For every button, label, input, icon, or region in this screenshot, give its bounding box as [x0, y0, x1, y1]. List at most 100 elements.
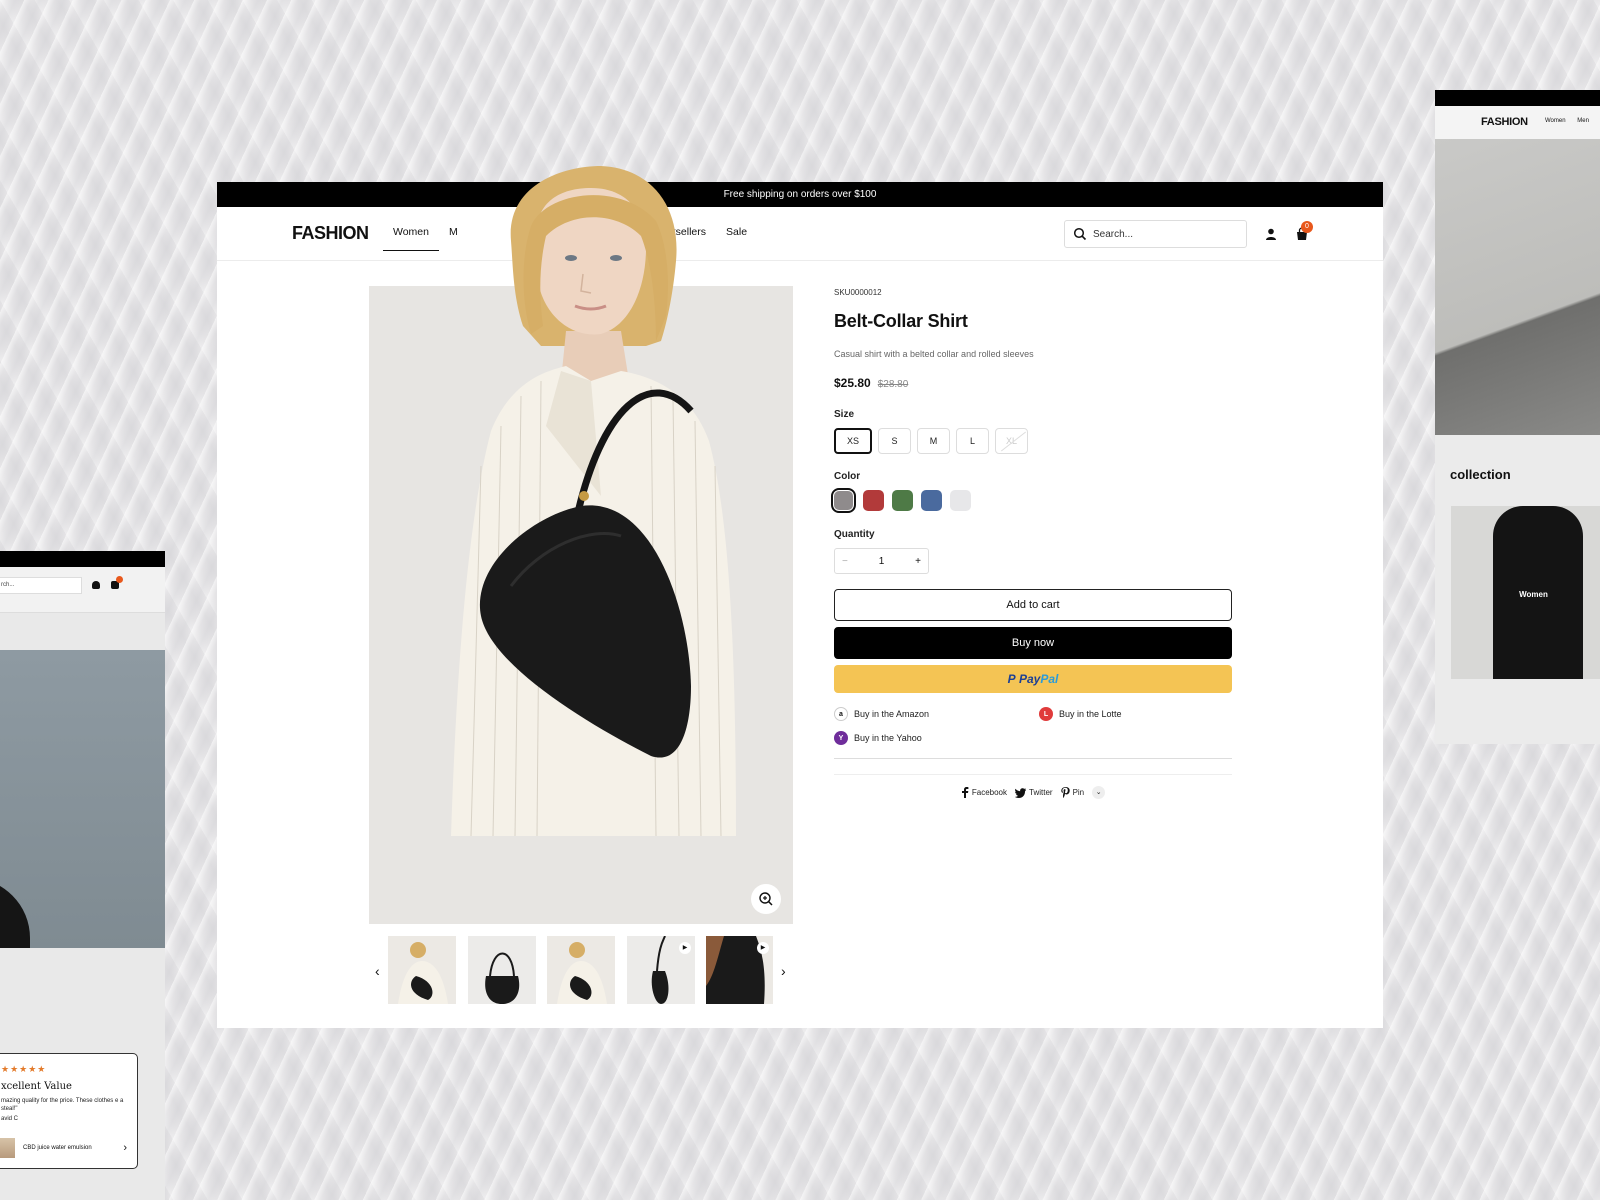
color-swatch-blue[interactable] — [921, 490, 942, 511]
paypal-logo-p: P — [1007, 672, 1016, 686]
review-stars: ★★★★★ — [1, 1064, 47, 1074]
product-page-window: Free shipping on orders over $100 FASHIO… — [217, 166, 1383, 1028]
product-sku: SKU0000012 — [834, 288, 882, 297]
decrease-quantity-button[interactable]: − — [842, 556, 848, 567]
size-option-m[interactable]: M — [917, 428, 950, 454]
price-row: $25.80 $28.80 — [834, 376, 1232, 390]
nav-item-bestsellers[interactable]: Bestsellers — [645, 207, 716, 261]
announcement-bar: Free shipping on orders over $100 — [217, 182, 1383, 207]
paypal-button[interactable]: P Pay Pal — [834, 665, 1232, 693]
thumbnail-4-video[interactable]: ▶ — [627, 936, 695, 1004]
buy-amazon-link[interactable]: a Buy in the Amazon — [834, 707, 1039, 721]
share-twitter-label: Twitter — [1029, 788, 1053, 797]
search-icon — [1073, 227, 1087, 241]
review-product-thumbnail — [0, 1138, 15, 1158]
review-title: xcellent Value — [1, 1081, 72, 1092]
user-icon[interactable] — [1264, 227, 1278, 241]
share-facebook-link[interactable]: Facebook — [961, 787, 1007, 798]
color-swatch-gray[interactable] — [831, 488, 856, 513]
increase-quantity-button[interactable]: + — [915, 556, 921, 567]
right-preview-nav-women: Women — [1545, 118, 1566, 124]
color-swatch-light[interactable] — [950, 490, 971, 511]
share-pinterest-link[interactable]: Pin — [1060, 787, 1085, 798]
review-product-name: CBD juice water emulsion — [23, 1145, 92, 1151]
left-preview-cart-badge — [116, 576, 123, 583]
original-price: $28.80 — [877, 379, 909, 390]
add-to-cart-button[interactable]: Add to cart — [834, 589, 1232, 621]
size-option-xl[interactable]: XL — [995, 428, 1028, 454]
buy-lotte-label: Buy in the Lotte — [1059, 709, 1122, 719]
current-price: $25.80 — [834, 376, 871, 390]
thumbnail-image — [388, 936, 456, 1004]
color-swatch-red[interactable] — [863, 490, 884, 511]
color-selector — [831, 488, 1232, 513]
left-preview-user-icon — [92, 581, 100, 589]
chevron-left-icon[interactable]: ‹ — [375, 964, 380, 978]
quantity-value[interactable]: 1 — [879, 556, 885, 567]
chevron-right-icon: › — [123, 1142, 127, 1154]
left-preview-panel: rch... ★★★★★ xcellent Value mazing quali… — [0, 551, 165, 1200]
share-facebook-label: Facebook — [971, 788, 1007, 797]
play-icon: ▶ — [679, 942, 691, 954]
marketplace-links: a Buy in the Amazon L Buy in the Lotte Y… — [834, 707, 1232, 745]
main-nav: Women M ries Bestsellers Sale — [383, 207, 757, 261]
right-preview-category-card: Women — [1451, 506, 1600, 679]
right-preview-nav: Women Men — [1545, 118, 1599, 124]
quantity-stepper: − 1 + — [834, 548, 929, 574]
pinterest-icon — [1060, 787, 1070, 798]
zoom-icon — [759, 892, 773, 906]
review-card: ★★★★★ xcellent Value mazing quality for … — [0, 1053, 138, 1169]
thumbnail-5-video[interactable]: ▶ — [706, 936, 773, 1004]
size-label: Size — [834, 409, 855, 420]
thumbnail-strip: ‹ ▶ ▶ › — [369, 936, 793, 1006]
right-preview-header: FASHION Women Men — [1435, 106, 1600, 139]
product-main-image[interactable] — [369, 286, 793, 924]
buy-yahoo-label: Buy in the Yahoo — [854, 733, 922, 743]
right-preview-logo: FASHION — [1481, 116, 1528, 128]
thumbnail-3[interactable] — [547, 936, 615, 1004]
right-preview-topbar — [1435, 90, 1600, 106]
share-pinterest-label: Pin — [1072, 788, 1085, 797]
zoom-button[interactable] — [751, 884, 781, 914]
left-preview-hero-image — [0, 650, 165, 948]
buy-amazon-label: Buy in the Amazon — [854, 709, 930, 719]
thumbnail-1[interactable] — [388, 936, 456, 1004]
right-preview-category-label: Women — [1519, 590, 1548, 599]
thumbnail-image — [547, 936, 615, 1004]
brand-logo[interactable]: FASHION — [292, 223, 369, 244]
review-author: avid C — [1, 1116, 19, 1122]
left-preview-header: rch... — [0, 567, 165, 613]
nav-item-accessories[interactable]: ries — [608, 207, 645, 261]
thumbnail-2[interactable] — [468, 936, 536, 1004]
share-twitter-link[interactable]: Twitter — [1015, 787, 1053, 798]
buy-now-button[interactable]: Buy now — [834, 627, 1232, 659]
nav-item-men[interactable]: M — [439, 207, 468, 261]
amazon-icon: a — [834, 707, 848, 721]
buy-yahoo-link[interactable]: Y Buy in the Yahoo — [834, 731, 1039, 745]
left-preview-topbar — [0, 551, 165, 567]
right-preview-hero-image — [1435, 139, 1600, 435]
buy-lotte-link[interactable]: L Buy in the Lotte — [1039, 707, 1232, 721]
size-option-l[interactable]: L — [956, 428, 989, 454]
search-input[interactable]: Search... — [1064, 220, 1247, 248]
cart-count-badge: 0 — [1301, 221, 1313, 233]
search-placeholder: Search... — [1093, 228, 1134, 240]
nav-item-sale[interactable]: Sale — [716, 207, 757, 261]
color-label: Color — [834, 471, 861, 482]
chevron-right-icon[interactable]: › — [781, 964, 786, 978]
thumbnail-image — [468, 936, 536, 1004]
play-icon: ▶ — [757, 942, 769, 954]
lotte-icon: L — [1039, 707, 1053, 721]
divider — [834, 758, 1232, 759]
review-product-link[interactable]: CBD juice water emulsion › — [0, 1138, 127, 1158]
divider — [834, 774, 1232, 775]
chevron-down-icon[interactable]: ⌄ — [1092, 786, 1106, 799]
site-header: FASHION Women M ries Bestsellers Sale Se… — [217, 207, 1383, 261]
nav-item-women[interactable]: Women — [383, 207, 439, 261]
size-option-xs[interactable]: XS — [834, 428, 872, 454]
size-option-s[interactable]: S — [878, 428, 911, 454]
product-info-panel: SKU0000012 Belt-Collar Shirt Casual shir… — [831, 286, 1232, 799]
right-preview-nav-men: Men — [1577, 118, 1589, 124]
left-preview-hero-figure — [0, 878, 30, 948]
color-swatch-green[interactable] — [892, 490, 913, 511]
